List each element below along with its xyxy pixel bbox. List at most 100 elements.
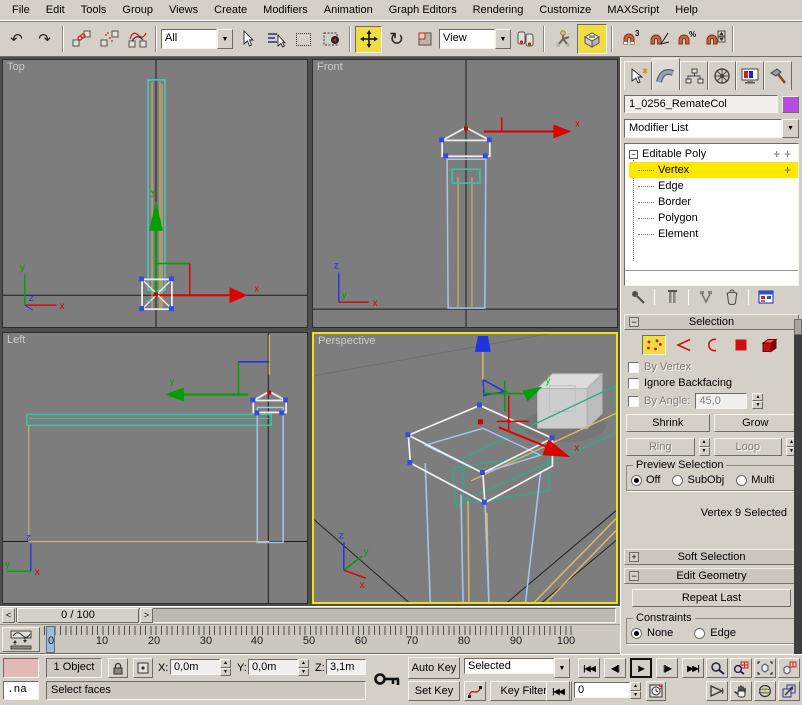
track-bar-ruler[interactable]: 0 10 20 30 40 50 60 70 80 90 100 <box>44 626 576 653</box>
viewport-front-label[interactable]: Front <box>317 61 343 73</box>
edit-geometry-rollout-header[interactable]: − Edit Geometry <box>624 568 799 584</box>
constraint-none-radio[interactable] <box>631 628 642 639</box>
auto-key-button[interactable]: Auto Key <box>408 657 460 679</box>
dropdown-arrow-icon[interactable]: ▼ <box>495 29 511 49</box>
spin-up-icon[interactable]: ▲ <box>752 393 763 401</box>
zoom-extents-button[interactable] <box>754 658 776 678</box>
by-angle-checkbox[interactable] <box>628 396 639 407</box>
rectangular-selection-region-icon[interactable] <box>290 26 317 53</box>
configure-modifier-sets-icon[interactable] <box>754 287 777 307</box>
ring-spinner[interactable]: ▲▼ <box>699 438 710 456</box>
menu-group[interactable]: Group <box>114 1 161 19</box>
menu-views[interactable]: Views <box>161 1 206 19</box>
time-configuration-button[interactable] <box>646 681 666 701</box>
viewport-top[interactable]: y x yxz Top <box>2 59 308 328</box>
show-end-result-icon[interactable] <box>660 287 683 307</box>
window-crossing-icon[interactable] <box>318 26 345 53</box>
tab-utilities[interactable] <box>764 61 792 90</box>
stack-item-border[interactable]: Border <box>629 194 798 210</box>
angle-field[interactable]: 45,0 <box>695 393 747 409</box>
menu-help[interactable]: Help <box>667 1 706 19</box>
dropdown-arrow-icon[interactable]: ▼ <box>217 29 233 49</box>
y-coordinate-field[interactable]: 0,0m <box>248 659 298 675</box>
tab-modify[interactable] <box>652 58 680 90</box>
dropdown-arrow-icon[interactable]: ▼ <box>782 119 799 138</box>
maxscript-mini-listener[interactable]: .na <box>3 681 39 700</box>
stack-item-edge[interactable]: Edge <box>629 178 798 194</box>
field-of-view-button[interactable] <box>706 681 728 701</box>
stack-item-editable-poly[interactable]: − Editable Poly ✛ ✛ <box>629 146 798 162</box>
grow-button[interactable]: Grow <box>714 414 798 432</box>
x-coordinate-field[interactable]: 0,0m <box>170 659 220 675</box>
shrink-button[interactable]: Shrink <box>626 414 710 432</box>
select-object-icon[interactable] <box>234 26 261 53</box>
tab-create[interactable] <box>624 61 652 90</box>
viewport-top-label[interactable]: Top <box>7 61 25 73</box>
set-key-button[interactable]: Set Key <box>408 681 460 701</box>
viewport-perspective[interactable]: y x zyx Perspective <box>312 332 618 604</box>
pan-button[interactable] <box>730 681 752 701</box>
min-max-toggle-button[interactable] <box>778 681 800 701</box>
collapse-rollout-icon[interactable]: − <box>629 571 639 581</box>
spinner-snap-toggle-icon[interactable] <box>701 26 728 53</box>
absolute-mode-toggle[interactable] <box>133 658 153 678</box>
select-and-manipulate-icon[interactable] <box>549 26 576 53</box>
previous-frame-button[interactable]: ◀|| <box>604 658 626 678</box>
next-frame-button[interactable]: > <box>140 608 153 623</box>
viewport-front[interactable]: x zxy Front <box>312 59 618 328</box>
polygon-mode-icon[interactable] <box>729 335 753 355</box>
zoom-extents-all-button[interactable] <box>778 658 800 678</box>
angle-snap-toggle-icon[interactable] <box>645 26 672 53</box>
arc-rotate-button[interactable] <box>754 681 776 701</box>
preview-multi-radio[interactable] <box>736 475 747 486</box>
go-to-end-button[interactable]: ▶▶| <box>682 658 704 678</box>
menu-maxscript[interactable]: MAXScript <box>599 1 667 19</box>
collapse-icon[interactable]: − <box>629 150 638 159</box>
selection-lock-toggle[interactable] <box>108 658 128 678</box>
select-and-link-icon[interactable] <box>68 26 95 53</box>
border-mode-icon[interactable] <box>700 335 724 355</box>
menu-edit[interactable]: Edit <box>38 1 73 19</box>
repeat-last-button[interactable]: Repeat Last <box>632 589 791 607</box>
stack-item-polygon[interactable]: Polygon <box>629 210 798 226</box>
panel-scrollbar[interactable] <box>794 319 802 654</box>
selection-rollout-header[interactable]: − Selection <box>624 314 799 330</box>
menu-tools[interactable]: Tools <box>73 1 115 19</box>
redo-icon[interactable]: ↷ <box>31 26 58 53</box>
selection-filter-dropdown[interactable]: All ▼ <box>161 29 233 49</box>
dropdown-arrow-icon[interactable]: ▼ <box>554 658 570 678</box>
spin-down-icon[interactable]: ▼ <box>752 401 763 409</box>
go-to-start-button[interactable]: |◀◀ <box>578 658 600 678</box>
bind-to-space-warp-icon[interactable] <box>124 26 151 53</box>
expand-rollout-icon[interactable]: + <box>629 552 639 562</box>
use-pivot-point-center-icon[interactable] <box>512 26 539 53</box>
unlink-selection-icon[interactable] <box>96 26 123 53</box>
time-slider-handle[interactable]: 0 / 100 <box>17 608 139 623</box>
edge-mode-icon[interactable] <box>671 335 695 355</box>
tab-motion[interactable] <box>708 61 736 90</box>
next-frame-button[interactable]: ||▶ <box>656 658 678 678</box>
key-mode-toggle-button[interactable]: |◀◀ <box>546 681 570 701</box>
viewport-left[interactable]: y zyx Left <box>2 332 308 604</box>
zoom-button[interactable] <box>706 658 728 678</box>
ring-button[interactable]: Ring <box>626 438 695 456</box>
key-mode-dropdown[interactable]: Selected ▼ <box>464 658 570 678</box>
menu-rendering[interactable]: Rendering <box>465 1 532 19</box>
play-button[interactable]: ▶ <box>630 658 652 678</box>
tab-hierarchy[interactable] <box>680 61 708 90</box>
viewport-left-label[interactable]: Left <box>7 334 25 346</box>
x-spinner[interactable]: ▲▼ <box>220 659 231 676</box>
collapse-rollout-icon[interactable]: − <box>629 317 639 327</box>
percent-snap-toggle-icon[interactable]: % <box>673 26 700 53</box>
menu-customize[interactable]: Customize <box>531 1 599 19</box>
reference-coordinate-system-dropdown[interactable]: View ▼ <box>439 29 511 49</box>
snaps-toggle-icon[interactable]: 3 <box>617 26 644 53</box>
current-frame-field[interactable]: 0 <box>574 682 630 698</box>
viewport-perspective-label[interactable]: Perspective <box>318 335 375 347</box>
frame-spinner[interactable]: ▲▼ <box>630 682 641 699</box>
undo-icon[interactable]: ↶ <box>3 26 30 53</box>
element-mode-icon[interactable] <box>758 335 782 355</box>
default-tangents-button[interactable] <box>464 681 486 701</box>
pin-stack-icon[interactable] <box>626 287 649 307</box>
soft-selection-rollout-header[interactable]: + Soft Selection <box>624 549 799 565</box>
